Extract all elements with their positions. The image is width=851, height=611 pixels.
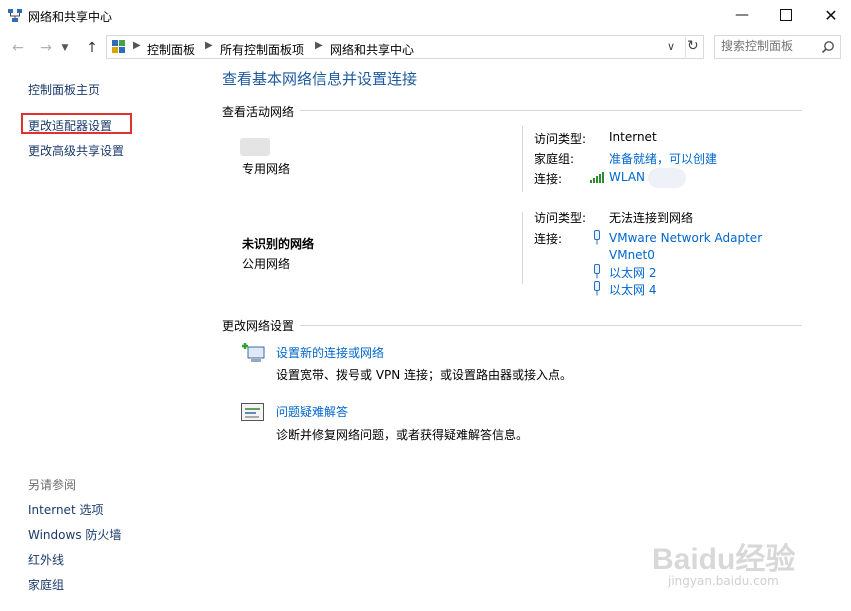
- title-bar: 网络和共享中心 — ✕: [0, 0, 851, 32]
- watermark-url: jingyan.baidu.com: [668, 574, 779, 588]
- minimize-icon: —: [735, 7, 749, 23]
- arrow-right-icon: →: [40, 40, 52, 56]
- network1-access-type-value: Internet: [609, 130, 657, 144]
- breadcrumb-separator: ▶: [205, 40, 213, 51]
- network2-connection-label: 连接:: [534, 232, 563, 246]
- sidebar-link-internet-options[interactable]: Internet 选项: [28, 501, 103, 518]
- refresh-icon[interactable]: ↻: [687, 38, 699, 54]
- up-button[interactable]: ↑: [82, 38, 102, 58]
- network1-homegroup-link[interactable]: 准备就绪，可以创建: [609, 150, 717, 167]
- search-box[interactable]: [714, 35, 841, 59]
- minimize-button[interactable]: —: [719, 0, 765, 30]
- recent-locations-button[interactable]: ▼: [58, 38, 72, 58]
- arrow-left-icon: ←: [12, 40, 24, 56]
- network2-vmware-link[interactable]: VMware Network Adapter VMnet0: [609, 230, 769, 264]
- sidebar-link-infrared[interactable]: 红外线: [28, 551, 64, 568]
- network1-homegroup-label: 家庭组:: [534, 152, 575, 166]
- sidebar-link-advanced-sharing[interactable]: 更改高级共享设置: [28, 142, 124, 159]
- active-networks-heading: 查看活动网络: [222, 105, 295, 119]
- breadcrumb-control-panel[interactable]: 控制面板: [147, 41, 195, 58]
- wifi-signal-icon: [590, 172, 604, 183]
- see-also-heading: 另请参阅: [28, 478, 77, 492]
- breadcrumb-all-items[interactable]: 所有控制面板项: [220, 41, 304, 58]
- ethernet-icon: [594, 281, 600, 296]
- network2-access-type-label: 访问类型:: [534, 211, 587, 225]
- search-input[interactable]: [721, 39, 817, 53]
- network1-access-type-label: 访问类型:: [534, 132, 587, 146]
- close-button[interactable]: ✕: [808, 0, 851, 30]
- address-divider: [685, 37, 686, 57]
- network2-divider: [522, 212, 523, 284]
- section-divider: [300, 110, 802, 111]
- task-new-connection-desc: 设置宽带、拨号或 VPN 连接；或设置路由器或接入点。: [276, 368, 573, 382]
- close-icon: ✕: [824, 5, 838, 25]
- network1-divider: [522, 126, 523, 192]
- breadcrumb-separator: ▶: [315, 40, 323, 51]
- breadcrumb-separator: ▶: [133, 40, 141, 51]
- maximize-button[interactable]: [763, 0, 809, 30]
- sidebar-link-adapter-settings[interactable]: 更改适配器设置: [28, 117, 112, 134]
- network-center-icon: [8, 9, 22, 22]
- sidebar-link-firewall[interactable]: Windows 防火墙: [28, 526, 121, 543]
- maximize-icon: [780, 9, 792, 21]
- change-settings-heading: 更改网络设置: [222, 319, 295, 333]
- back-button[interactable]: ←: [8, 38, 28, 58]
- network2-ethernet4-link[interactable]: 以太网 4: [609, 281, 656, 298]
- window-title: 网络和共享中心: [28, 10, 113, 24]
- network2-name: 未识别的网络: [242, 237, 315, 251]
- address-bar[interactable]: ▶ 控制面板 ▶ 所有控制面板项 ▶ 网络和共享中心 ∨ ↻: [106, 35, 704, 59]
- network1-type: 专用网络: [242, 162, 291, 176]
- task-new-connection-link[interactable]: 设置新的连接或网络: [276, 344, 384, 361]
- new-connection-icon: [242, 343, 265, 362]
- address-dropdown-icon[interactable]: ∨: [667, 40, 675, 53]
- forward-button[interactable]: →: [36, 38, 56, 58]
- breadcrumb-network-center[interactable]: 网络和共享中心: [330, 41, 414, 58]
- control-panel-icon: [112, 40, 125, 53]
- sidebar-link-homegroup[interactable]: 家庭组: [28, 576, 64, 593]
- network2-access-type-value: 无法连接到网络: [609, 211, 694, 225]
- watermark-logo: Baidu经验: [652, 543, 796, 576]
- blurred-ssid: [648, 168, 686, 188]
- network2-ethernet2-link[interactable]: 以太网 2: [609, 264, 656, 281]
- section-divider: [300, 325, 802, 326]
- ethernet-icon: [594, 264, 600, 279]
- network-icon: [240, 138, 270, 156]
- page-title: 查看基本网络信息并设置连接: [222, 70, 418, 88]
- network1-wlan-link[interactable]: WLAN: [609, 170, 645, 184]
- network1-connection-label: 连接:: [534, 172, 563, 186]
- ethernet-icon: [594, 230, 600, 245]
- network2-type: 公用网络: [242, 257, 291, 271]
- chevron-down-icon: ▼: [61, 43, 69, 53]
- sidebar-link-home[interactable]: 控制面板主页: [28, 81, 100, 98]
- search-icon: [821, 41, 834, 54]
- troubleshoot-icon: [241, 403, 264, 421]
- task-troubleshoot-link[interactable]: 问题疑难解答: [276, 403, 348, 420]
- arrow-up-icon: ↑: [86, 40, 98, 56]
- task-troubleshoot-desc: 诊断并修复网络问题，或者获得疑难解答信息。: [276, 428, 529, 442]
